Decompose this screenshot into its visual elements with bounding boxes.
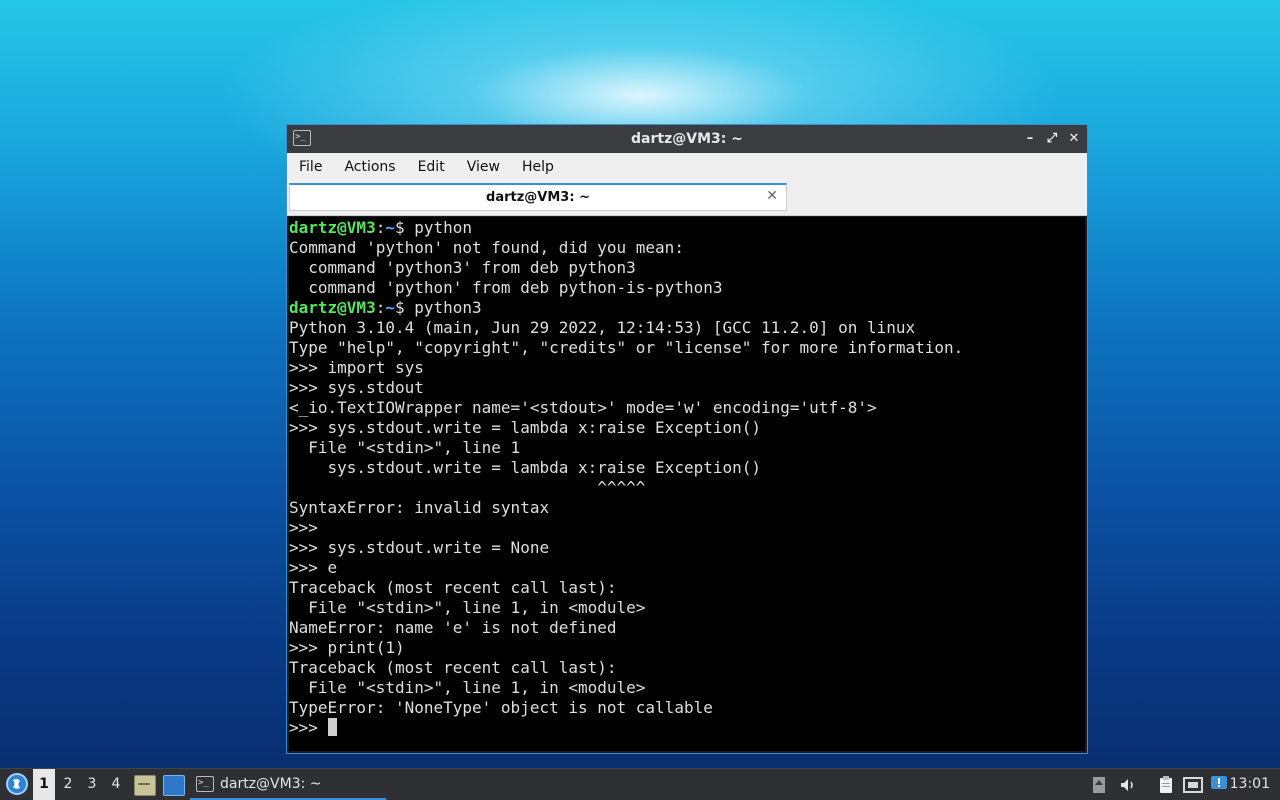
terminal-line: File "<stdin>", line 1, in <module> [289, 598, 646, 617]
menu-bar: File Actions Edit View Help [287, 153, 1087, 182]
terminal-line: >>> print(1) [289, 638, 405, 657]
taskbar: 1 2 3 4 >_ dartz@VM3: ~ 13:01 [0, 768, 1280, 800]
command-text: python [404, 218, 473, 237]
terminal-line: File "<stdin>", line 1, in <module> [289, 678, 646, 697]
terminal-line: >>> sys.stdout [289, 378, 424, 397]
prompt-user: dartz@VM3 [289, 218, 376, 237]
terminal-line: >>> sys.stdout.write = lambda x:raise Ex… [289, 418, 762, 437]
update-notifier-icon[interactable] [1210, 775, 1228, 795]
menu-help[interactable]: Help [512, 159, 564, 175]
workspace-4[interactable]: 4 [105, 769, 127, 800]
terminal-line: Traceback (most recent call last): [289, 578, 617, 597]
terminal-line: TypeError: 'NoneType' object is not call… [289, 698, 713, 717]
window-controls: – ⤢ ✕ [1023, 125, 1081, 153]
terminal-line: command 'python' from deb python-is-pyth… [289, 278, 723, 297]
show-desktop-icon[interactable] [163, 775, 185, 796]
menu-file[interactable]: File [289, 159, 332, 175]
volume-icon[interactable] [1118, 775, 1138, 795]
command-text: python3 [404, 298, 482, 317]
prompt-dollar: $ [394, 218, 405, 237]
start-menu-icon[interactable] [6, 773, 28, 795]
clipboard-icon[interactable] [1156, 775, 1176, 795]
prompt-path: ~ [385, 218, 395, 237]
terminal-line: dartz@VM3:~$ python3 [289, 298, 1085, 318]
maximize-button[interactable]: ⤢ [1045, 132, 1059, 146]
tab-bar: dartz@VM3: ~ ✕ [287, 181, 1087, 216]
terminal-line: >>> [289, 518, 318, 537]
taskbar-terminal-button[interactable]: >_ dartz@VM3: ~ [190, 769, 386, 800]
terminal-line: >>> e [289, 558, 338, 577]
minimize-button[interactable]: – [1023, 132, 1037, 146]
text-cursor [327, 718, 337, 736]
menu-view[interactable]: View [457, 159, 510, 175]
file-manager-icon[interactable] [134, 775, 156, 796]
terminal-line: >>> sys.stdout.write = None [289, 538, 550, 557]
clock[interactable]: 13:01 [1230, 769, 1270, 800]
terminal-line: Traceback (most recent call last): [289, 658, 617, 677]
terminal-line: command 'python3' from deb python3 [289, 258, 636, 277]
terminal-line: ^^^^^ [289, 478, 646, 497]
tray-scroll-icon[interactable] [1092, 775, 1106, 795]
terminal-line: Type "help", "copyright", "credits" or "… [289, 338, 964, 357]
workspace-3[interactable]: 3 [81, 769, 103, 800]
terminal-output[interactable]: dartz@VM3:~$ python Command 'python' not … [289, 217, 1085, 751]
close-button[interactable]: ✕ [1067, 132, 1081, 146]
terminal-line: >>> import sys [289, 358, 424, 377]
terminal-tab[interactable]: dartz@VM3: ~ ✕ [289, 183, 787, 211]
taskbar-terminal-label: dartz@VM3: ~ [220, 776, 322, 792]
terminal-line: <_io.TextIOWrapper name='<stdout>' mode=… [289, 398, 877, 417]
terminal-window: >_ dartz@VM3: ~ – ⤢ ✕ File Actions Edit … [286, 124, 1088, 754]
terminal-line: Command 'python' not found, did you mean… [289, 238, 684, 257]
terminal-line: Python 3.10.4 (main, Jun 29 2022, 12:14:… [289, 318, 916, 337]
tab-label: dartz@VM3: ~ [486, 190, 590, 205]
terminal-line: NameError: name 'e' is not defined [289, 618, 617, 637]
network-icon[interactable] [1182, 775, 1204, 795]
menu-edit[interactable]: Edit [408, 159, 455, 175]
tab-close-icon[interactable]: ✕ [766, 188, 778, 204]
window-title: dartz@VM3: ~ [631, 131, 743, 147]
prompt-dollar: $ [394, 298, 405, 317]
prompt-path: ~ [385, 298, 395, 317]
repl-prompt: >>> [289, 718, 328, 737]
prompt-user: dartz@VM3 [289, 298, 376, 317]
menu-actions[interactable]: Actions [334, 159, 405, 175]
terminal-line: File "<stdin>", line 1 [289, 438, 521, 457]
prompt-separator: : [375, 298, 386, 317]
prompt-separator: : [375, 218, 386, 237]
terminal-line: SyntaxError: invalid syntax [289, 498, 550, 517]
terminal-line: >>> [289, 718, 1085, 738]
terminal-line: dartz@VM3:~$ python [289, 218, 1085, 238]
terminal-icon: >_ [196, 776, 214, 792]
workspace-2[interactable]: 2 [57, 769, 79, 800]
terminal-line: sys.stdout.write = lambda x:raise Except… [289, 458, 762, 477]
workspace-1[interactable]: 1 [33, 769, 55, 800]
window-titlebar[interactable]: >_ dartz@VM3: ~ – ⤢ ✕ [287, 125, 1087, 153]
